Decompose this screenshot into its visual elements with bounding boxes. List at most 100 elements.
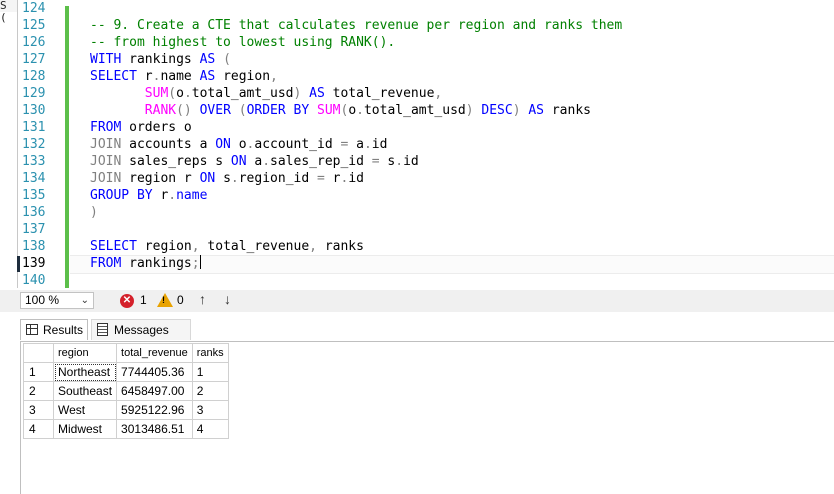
current-line-marker [17,256,20,272]
results-pane: Results Messages region total_revenue ra… [0,314,834,494]
code-line[interactable]: RANK() OVER (ORDER BY SUM(o.total_amt_us… [90,102,591,119]
code-token: ) [512,103,521,118]
code-token: JOIN [90,154,122,169]
code-token: o [348,103,357,118]
cell-total-revenue[interactable]: 7744405.36 [116,362,193,382]
code-token: DESC [481,103,513,118]
table-row[interactable]: 3 West 5925122.96 3 [23,400,229,420]
code-line[interactable]: -- from highest to lowest using RANK(). [90,34,395,51]
code-line[interactable]: JOIN accounts a ON o.account_id = a.id [90,136,387,153]
editor-left-border [17,0,18,288]
code-line[interactable]: SUM(o.total_amt_usd) AS total_revenue, [90,85,442,102]
cell-ranks[interactable]: 4 [191,419,229,439]
code-token: a [348,137,364,152]
table-row[interactable]: 1 Northeast 7744405.36 1 [23,362,229,382]
code-token: rankings [121,52,200,67]
code-token: GROUP BY [90,188,153,203]
warning-count[interactable]: 0 [177,293,184,307]
code-token: region [136,239,192,254]
results-grid[interactable]: region total_revenue ranks 1 Northeast 7… [23,343,229,439]
code-line[interactable]: ) [90,204,98,221]
code-token: FROM [90,256,122,271]
tab-messages[interactable]: Messages [91,319,191,340]
code-token: ) [90,205,98,220]
error-count[interactable]: 1 [140,293,147,307]
warning-icon[interactable] [157,293,173,307]
code-token: id [403,154,419,169]
code-line[interactable]: -- 9. Create a CTE that calculates reven… [90,17,622,34]
cell-region[interactable]: West [52,400,118,420]
code-token: o [176,86,184,101]
row-number[interactable]: 1 [23,362,54,382]
line-number: 133 [22,154,46,169]
text-caret [199,255,201,269]
grid-header-row: region total_revenue ranks [23,343,229,363]
tab-messages-label: Messages [114,323,169,337]
row-number[interactable]: 3 [23,400,54,420]
code-token: rankings [121,256,192,271]
code-token: , [309,239,317,254]
line-number: 125 [22,18,46,33]
code-token: ; [191,256,200,271]
editor-status-bar: 100 % ⌄ ✕ 1 ! 0 ↑ ↓ [0,290,834,312]
table-row[interactable]: 2 Southeast 6458497.00 2 [23,381,229,401]
code-token: total_revenue [199,239,310,254]
cell-ranks[interactable]: 1 [191,362,229,382]
code-token: name [176,188,208,203]
table-row[interactable]: 4 Midwest 3013486.51 4 [23,419,229,439]
cell-ranks[interactable]: 3 [191,400,229,420]
cell-region[interactable]: Northeast [52,362,118,382]
code-line[interactable]: GROUP BY r.name [90,187,207,204]
code-line[interactable]: WITH rankings AS ( [90,51,231,68]
row-header-corner[interactable] [23,343,54,363]
code-token: r [152,188,169,203]
cell-region[interactable]: Southeast [52,381,118,401]
code-token: , [191,239,200,254]
code-token: account_id [254,137,341,152]
window-title-fragment: S ( [0,0,18,24]
error-icon[interactable]: ✕ [120,294,134,308]
code-line[interactable]: FROM orders o [90,119,192,136]
results-grid-panel[interactable]: region total_revenue ranks 1 Northeast 7… [20,341,834,494]
line-number: 138 [22,239,46,254]
code-line[interactable]: JOIN region r ON s.region_id = r.id [90,170,364,187]
code-token: = [317,171,325,186]
column-header-ranks[interactable]: ranks [191,343,229,363]
line-number: 131 [22,120,46,135]
code-token: -- from highest to lowest using RANK(). [90,35,396,50]
tab-results-label: Results [43,323,84,337]
zoom-dropdown[interactable]: 100 % ⌄ [20,292,94,309]
code-line[interactable]: SELECT region, total_revenue, ranks [90,238,364,255]
line-number: 132 [22,137,46,152]
code-token: a [246,154,263,169]
row-number[interactable]: 4 [23,419,54,439]
arrow-up-icon[interactable]: ↑ [199,291,206,307]
tab-results[interactable]: Results [20,319,88,340]
code-token: SELECT [90,69,137,84]
cell-total-revenue[interactable]: 5925122.96 [116,400,193,420]
sql-editor[interactable]: S ( 124 125 126 127 128 129 130 131 132 133 134 135… [0,0,834,288]
code-token: . [395,154,404,169]
code-token: , [434,86,443,101]
code-token: region_id [238,171,318,186]
code-line[interactable]: FROM rankings; [90,255,201,272]
arrow-down-icon[interactable]: ↓ [224,291,231,307]
row-number[interactable]: 2 [23,381,54,401]
cell-region[interactable]: Midwest [52,419,118,439]
column-header-region[interactable]: region [52,343,118,363]
code-line[interactable]: JOIN sales_reps s ON a.sales_rep_id = s.… [90,153,419,170]
code-token: FROM [90,120,122,135]
line-number: 124 [22,1,46,16]
column-header-total-revenue[interactable]: total_revenue [116,343,193,363]
code-token: ( [168,86,177,101]
code-line[interactable]: SELECT r.name AS region, [90,68,278,85]
cell-ranks[interactable]: 2 [191,381,229,401]
cell-total-revenue[interactable]: 3013486.51 [116,419,193,439]
code-token: ON [199,171,216,186]
code-token: ORDER BY [246,103,310,118]
cell-total-revenue[interactable]: 6458497.00 [116,381,193,401]
